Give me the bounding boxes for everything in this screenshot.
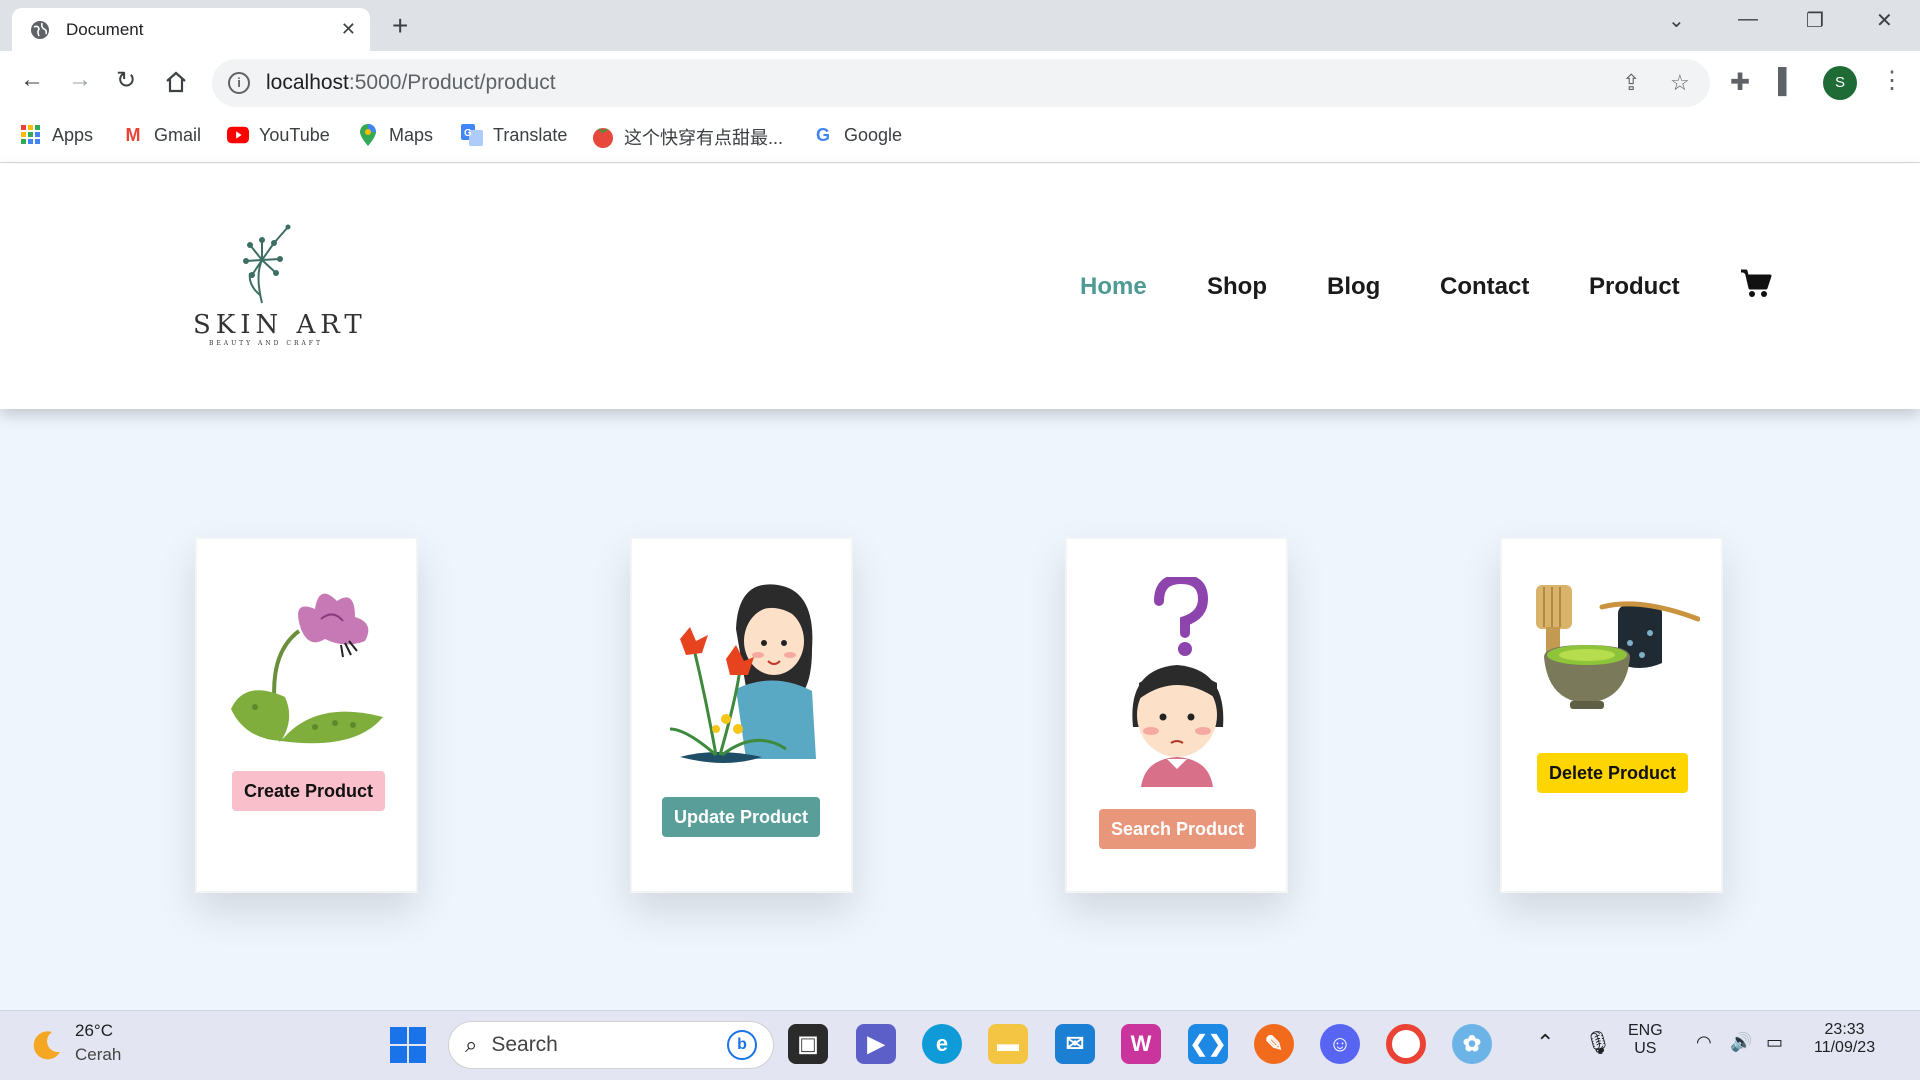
clock[interactable]: 23:33 11/09/23 — [1814, 1021, 1875, 1057]
url-path: :5000/Product/product — [348, 71, 556, 94]
browser-tab[interactable]: Document ✕ — [12, 8, 370, 51]
minimize-button[interactable]: — — [1738, 8, 1758, 31]
browser-menu-icon[interactable]: ⋮ — [1880, 66, 1904, 95]
teams-icon[interactable]: ▶ — [856, 1024, 896, 1064]
windows-start-icon[interactable] — [390, 1027, 426, 1063]
tomato-icon — [592, 126, 614, 148]
battery-icon[interactable]: ▭ — [1766, 1032, 1783, 1053]
clock-date: 11/09/23 — [1814, 1039, 1876, 1056]
bookmark-novel[interactable]: 这个快穿有点甜最... — [592, 124, 783, 150]
bookmark-google[interactable]: G Google — [812, 124, 902, 146]
region-code: US — [1634, 1040, 1657, 1057]
nav-contact[interactable]: Contact — [1440, 273, 1529, 301]
bookmark-label: Google — [844, 124, 903, 145]
profile-avatar[interactable]: S — [1823, 66, 1857, 100]
shopping-cart-icon[interactable] — [1740, 268, 1772, 298]
apps-grid-icon — [20, 124, 42, 146]
task-view-icon[interactable]: ▣ — [788, 1024, 828, 1064]
bookmark-gmail[interactable]: M Gmail — [122, 124, 202, 146]
weather-description: Cerah — [75, 1045, 122, 1064]
pen-app-icon[interactable]: ✎ — [1254, 1024, 1294, 1064]
share-icon[interactable]: ⇪ — [1622, 70, 1640, 96]
microphone-icon[interactable]: 🎙 — [1584, 1030, 1612, 1056]
language-code: ENG — [1628, 1022, 1663, 1039]
clock-time: 23:33 — [1824, 1021, 1865, 1038]
address-bar[interactable]: i localhost:5000/Product/product — [212, 59, 1710, 107]
nav-shop[interactable]: Shop — [1207, 273, 1267, 301]
matcha-bowl-icon — [1536, 585, 1700, 709]
bookmark-translate[interactable]: G Translate — [461, 124, 567, 146]
volume-icon[interactable]: 🔊 — [1730, 1032, 1752, 1053]
translate-icon: G — [461, 124, 483, 146]
delete-product-card: Delete Product — [1500, 537, 1723, 893]
update-product-button[interactable]: Update Product — [662, 797, 821, 837]
edge-icon[interactable]: e — [922, 1024, 962, 1064]
new-tab-button[interactable]: + — [392, 10, 408, 42]
paint-icon[interactable]: ✿ — [1452, 1024, 1492, 1064]
url-host: localhost — [266, 71, 349, 94]
bookmark-apps[interactable]: Apps — [20, 124, 93, 146]
moon-weather-icon[interactable] — [30, 1028, 64, 1062]
bookmark-label: Translate — [493, 124, 568, 145]
girl-with-flowers-icon — [669, 584, 816, 763]
back-button[interactable]: ← — [20, 66, 44, 94]
maps-pin-icon — [357, 124, 379, 146]
bookmark-label: YouTube — [259, 124, 330, 145]
file-explorer-icon[interactable]: ▬ — [988, 1024, 1028, 1064]
side-panel-icon[interactable]: ▌ — [1778, 68, 1795, 96]
search-icon: ⌕ — [465, 1032, 478, 1057]
google-icon: G — [815, 124, 830, 145]
reload-button[interactable]: ↻ — [116, 66, 136, 95]
bookmark-star-icon[interactable]: ☆ — [1670, 70, 1690, 96]
weather-temperature: 26°C — [75, 1021, 113, 1040]
tab-search-icon[interactable]: ⌄ — [1668, 8, 1685, 33]
bing-icon[interactable]: b — [727, 1030, 757, 1060]
nav-home[interactable]: Home — [1080, 273, 1147, 301]
extensions-icon[interactable]: ✚ — [1730, 68, 1750, 97]
bookmark-label: Gmail — [154, 124, 202, 145]
mail-icon[interactable]: ✉ — [1055, 1024, 1095, 1064]
confused-girl-icon — [1132, 577, 1224, 787]
tab-title: Document — [66, 19, 144, 39]
bookmark-youtube[interactable]: YouTube — [227, 124, 330, 146]
create-product-button[interactable]: Create Product — [232, 771, 386, 811]
language-indicator[interactable]: ENG US — [1628, 1022, 1663, 1058]
wps-office-icon[interactable]: W — [1121, 1024, 1161, 1064]
youtube-icon — [227, 124, 249, 146]
create-product-card: Create Product — [195, 537, 418, 893]
vscode-icon[interactable]: ❮❯ — [1188, 1024, 1228, 1064]
restore-button[interactable]: ❐ — [1806, 8, 1824, 33]
update-product-card: Update Product — [630, 537, 853, 893]
globe-icon — [31, 20, 49, 39]
logo-name: SKIN ART — [193, 310, 367, 340]
discord-icon[interactable]: ☺ — [1320, 1024, 1360, 1064]
bookmark-label: Apps — [52, 124, 94, 145]
show-hidden-icons[interactable]: ⌃ — [1536, 1030, 1554, 1056]
nav-product[interactable]: Product — [1589, 273, 1680, 301]
forward-button[interactable]: → — [68, 66, 92, 94]
bookmark-maps[interactable]: Maps — [357, 124, 433, 146]
bookmark-label: Maps — [389, 124, 434, 145]
taskbar-search-label: Search — [491, 1033, 558, 1056]
logo-tagline: BEAUTY AND CRAFT — [209, 340, 323, 347]
wifi-icon[interactable]: ◠ — [1696, 1032, 1712, 1053]
chrome-icon[interactable] — [1386, 1024, 1426, 1064]
gmail-icon: M — [125, 124, 141, 145]
site-info-icon[interactable]: i — [228, 72, 250, 94]
nav-blog[interactable]: Blog — [1327, 273, 1380, 301]
home-icon[interactable] — [164, 70, 188, 94]
close-tab-icon[interactable]: ✕ — [341, 19, 356, 40]
search-product-button[interactable]: Search Product — [1099, 809, 1257, 849]
svg-text:G: G — [464, 128, 472, 139]
delete-product-button[interactable]: Delete Product — [1537, 753, 1689, 793]
search-product-card: Search Product — [1065, 537, 1288, 893]
bookmark-label: 这个快穿有点甜最... — [624, 128, 784, 148]
flower-icon — [231, 593, 383, 744]
close-window-button[interactable]: ✕ — [1876, 8, 1893, 33]
taskbar-search-box[interactable]: ⌕ Search b — [448, 1021, 774, 1069]
